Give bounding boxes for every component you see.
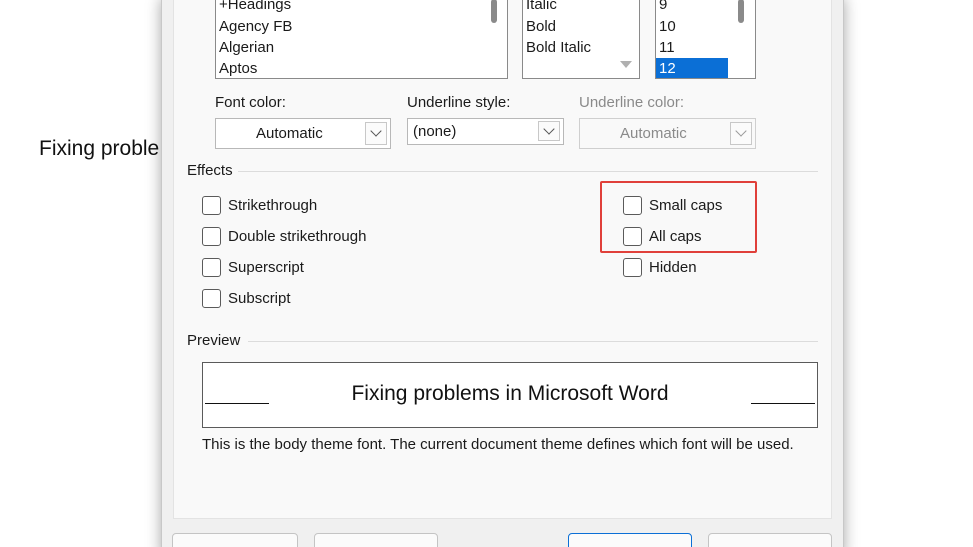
subscript-option[interactable]: Subscript (202, 287, 291, 309)
font-color-dropdown[interactable]: Automatic (215, 118, 391, 149)
strikethrough-option[interactable]: Strikethrough (202, 194, 317, 216)
underline-color-value: Automatic (620, 125, 687, 142)
superscript-label: Superscript (228, 258, 304, 276)
strikethrough-label: Strikethrough (228, 196, 318, 214)
double-strikethrough-label: Double strikethrough (228, 227, 367, 245)
font-color-label: Font color: (215, 94, 286, 111)
list-item[interactable]: 9 (656, 0, 667, 15)
underline-style-dropdown[interactable]: (none) (407, 118, 564, 145)
double-strikethrough-checkbox[interactable] (202, 226, 221, 246)
font-list-scrollbar[interactable] (491, 0, 497, 23)
chevron-down-icon (370, 125, 382, 137)
preview-baseline-right (751, 403, 815, 404)
ok-button[interactable] (568, 533, 692, 547)
superscript-checkbox[interactable] (202, 257, 221, 277)
list-item[interactable]: Algerian (216, 37, 274, 58)
font-color-dropdown-button[interactable] (365, 122, 387, 145)
preview-sample-text: Fixing problems in Microsoft Word (351, 382, 669, 405)
subscript-label: Subscript (228, 289, 291, 307)
hidden-checkbox[interactable] (623, 257, 642, 277)
chevron-down-icon (543, 123, 555, 135)
font-style-list[interactable]: Italic Bold Bold Italic (522, 0, 640, 79)
underline-style-value: (none) (413, 123, 457, 140)
text-effects-button[interactable] (314, 533, 438, 547)
underline-color-dropdown-button[interactable] (730, 122, 752, 145)
scroll-down-arrow-icon[interactable] (620, 61, 632, 68)
cancel-button[interactable] (708, 533, 832, 547)
superscript-option[interactable]: Superscript (202, 256, 304, 278)
list-item-selected[interactable]: 12 (656, 58, 728, 78)
list-item[interactable]: +Headings (216, 0, 291, 15)
list-item[interactable]: Bold Italic (523, 37, 591, 58)
preview-divider (248, 341, 818, 342)
underline-style-dropdown-button[interactable] (538, 121, 560, 141)
font-color-value: Automatic (256, 125, 323, 142)
preview-group-title: Preview (187, 332, 241, 349)
preview-box: Fixing problems in Microsoft Word (202, 362, 818, 428)
double-strikethrough-option[interactable]: Double strikethrough (202, 225, 366, 247)
strikethrough-checkbox[interactable] (202, 195, 221, 215)
preview-note: This is the body theme font. The current… (202, 436, 794, 453)
effects-divider (238, 171, 818, 172)
list-item[interactable]: Agency FB (216, 16, 292, 37)
set-as-default-button[interactable] (172, 533, 298, 547)
underline-color-dropdown[interactable]: Automatic (579, 118, 756, 149)
list-item[interactable]: 11 (656, 37, 675, 58)
subscript-checkbox[interactable] (202, 288, 221, 308)
chevron-down-icon (735, 125, 747, 137)
size-list-scrollbar[interactable] (738, 0, 744, 23)
font-name-list[interactable]: +Headings Agency FB Algerian Aptos (215, 0, 508, 79)
list-item[interactable]: 10 (656, 16, 676, 37)
list-item[interactable]: Italic (523, 0, 557, 15)
underline-color-label: Underline color: (579, 94, 685, 111)
hidden-option[interactable]: Hidden (623, 256, 697, 278)
list-item[interactable]: Bold (523, 16, 556, 37)
highlight-annotation (600, 181, 757, 253)
effects-group-title: Effects (187, 162, 233, 179)
underline-style-label: Underline style: (407, 94, 511, 111)
document-text: Fixing proble (39, 137, 160, 160)
hidden-label: Hidden (649, 258, 697, 276)
list-item[interactable]: Aptos (216, 58, 257, 78)
font-size-list[interactable]: 9 10 11 12 (655, 0, 756, 79)
